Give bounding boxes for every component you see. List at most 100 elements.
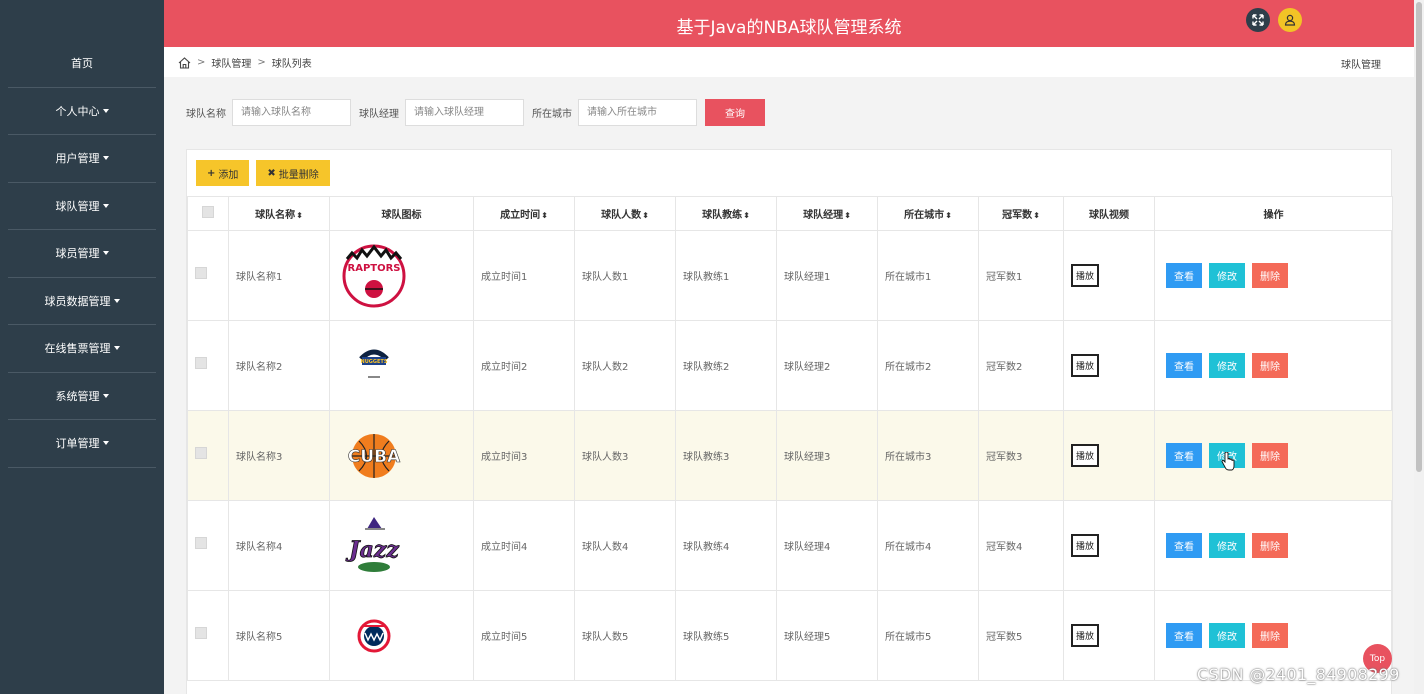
sort-icon: ⬍ bbox=[1033, 211, 1040, 220]
view-button[interactable]: 查看 bbox=[1166, 533, 1202, 558]
sidebar-item-team-management[interactable]: 球队管理 bbox=[8, 183, 156, 230]
sidebar-item-player-management[interactable]: 球员管理 bbox=[8, 230, 156, 278]
fullscreen-button[interactable] bbox=[1246, 8, 1270, 32]
sort-icon: ⬍ bbox=[743, 211, 750, 220]
titles-cell: 冠军数4 bbox=[978, 500, 1064, 591]
row-checkbox[interactable] bbox=[195, 627, 207, 639]
action-toolbar: + 添加 ✖ 批量删除 bbox=[196, 160, 337, 186]
scrollbar-thumb[interactable] bbox=[1416, 2, 1422, 472]
row-checkbox[interactable] bbox=[195, 357, 207, 369]
sidebar-item-system-management[interactable]: 系统管理 bbox=[8, 373, 156, 420]
table-row: 球队名称3 CUBA 成立时间3 球队人数3 球队教练3 球队经理3 所在城市3 冠军数3 播放… bbox=[187, 410, 1393, 501]
breadcrumb: > 球队管理 > 球队列表 bbox=[178, 55, 312, 70]
add-button-label: 添加 bbox=[218, 169, 239, 181]
user-button[interactable] bbox=[1278, 8, 1302, 32]
column-header-manager[interactable]: 球队经理⬍ bbox=[776, 196, 878, 231]
caret-down-icon bbox=[102, 251, 109, 256]
team-name-cell: 球队名称5 bbox=[228, 590, 330, 681]
sidebar-item-order-management[interactable]: 订单管理 bbox=[8, 420, 156, 468]
team-logo-cell: RAPTORS bbox=[329, 230, 474, 321]
add-button[interactable]: + 添加 bbox=[196, 160, 250, 186]
header-label: 球队图标 bbox=[381, 210, 422, 221]
city-cell: 所在城市4 bbox=[877, 500, 979, 591]
caret-down-icon bbox=[113, 346, 120, 351]
breadcrumb-separator: > bbox=[257, 57, 266, 68]
header-label: 冠军数 bbox=[1002, 210, 1033, 221]
table-row: 球队名称1 RAPTORS 成立时间1 球队人数1 球队教练1 球队经理1 所在城市1 冠军数… bbox=[187, 230, 1393, 321]
team-name-input[interactable] bbox=[232, 99, 351, 126]
row-checkbox[interactable] bbox=[195, 537, 207, 549]
row-checkbox-cell bbox=[187, 410, 229, 501]
svg-text:NUGGETS: NUGGETS bbox=[361, 359, 388, 365]
edit-button[interactable]: 修改 bbox=[1209, 263, 1245, 288]
sidebar-item-user-management[interactable]: 用户管理 bbox=[8, 135, 156, 183]
table-row: 球队名称2 NUGGETS 成立时间2 球队人数2 球队教练2 球队经理2 所在城市2 冠军数… bbox=[187, 320, 1393, 411]
sidebar-item-personal-center[interactable]: 个人中心 bbox=[8, 88, 156, 135]
delete-button[interactable]: 删除 bbox=[1252, 623, 1288, 648]
delete-button[interactable]: 删除 bbox=[1252, 263, 1288, 288]
query-button[interactable]: 查询 bbox=[705, 99, 765, 126]
coach-cell: 球队教练3 bbox=[675, 410, 777, 501]
column-header-ops: 操作 bbox=[1154, 196, 1393, 231]
video-cell: 播放 bbox=[1063, 320, 1155, 411]
sidebar-item-home[interactable]: 首页 bbox=[8, 40, 156, 88]
home-icon[interactable] bbox=[178, 56, 191, 69]
row-actions: 查看修改删除 bbox=[1162, 263, 1392, 288]
play-button[interactable]: 播放 bbox=[1071, 264, 1100, 287]
column-header-players[interactable]: 球队人数⬍ bbox=[574, 196, 676, 231]
view-button[interactable]: 查看 bbox=[1166, 623, 1202, 648]
play-button[interactable]: 播放 bbox=[1071, 444, 1100, 467]
column-header-city[interactable]: 所在城市⬍ bbox=[877, 196, 979, 231]
column-header-titles[interactable]: 冠军数⬍ bbox=[978, 196, 1064, 231]
view-button[interactable]: 查看 bbox=[1166, 443, 1202, 468]
header-label: 球队教练 bbox=[702, 210, 743, 221]
sidebar-item-label: 首页 bbox=[71, 57, 93, 71]
column-header-founded[interactable]: 成立时间⬍ bbox=[473, 196, 575, 231]
manager-cell: 球队经理1 bbox=[776, 230, 878, 321]
founded-cell: 成立时间5 bbox=[473, 590, 575, 681]
delete-button[interactable]: 删除 bbox=[1252, 353, 1288, 378]
team-logo-cell: Jazz bbox=[329, 500, 474, 591]
view-button[interactable]: 查看 bbox=[1166, 263, 1202, 288]
founded-cell: 成立时间4 bbox=[473, 500, 575, 591]
delete-button[interactable]: 删除 bbox=[1252, 443, 1288, 468]
sidebar-item-label: 球员管理 bbox=[55, 247, 100, 261]
batch-delete-button[interactable]: ✖ 批量删除 bbox=[256, 160, 330, 186]
sidebar-item-label: 个人中心 bbox=[55, 104, 100, 118]
app-title: 基于Java的NBA球队管理系统 bbox=[676, 18, 902, 38]
video-cell: 播放 bbox=[1063, 230, 1155, 321]
delete-button[interactable]: 删除 bbox=[1252, 533, 1288, 558]
edit-button[interactable]: 修改 bbox=[1209, 533, 1245, 558]
edit-button[interactable]: 修改 bbox=[1209, 353, 1245, 378]
select-all-checkbox[interactable] bbox=[202, 206, 214, 218]
city-input[interactable] bbox=[578, 99, 697, 126]
founded-cell: 成立时间3 bbox=[473, 410, 575, 501]
players-cell: 球队人数1 bbox=[574, 230, 676, 321]
breadcrumb-item-team-management[interactable]: 球队管理 bbox=[211, 55, 251, 70]
top-header: 基于Java的NBA球队管理系统 bbox=[164, 0, 1414, 47]
row-checkbox[interactable] bbox=[195, 447, 207, 459]
page-scrollbar[interactable] bbox=[1414, 0, 1424, 694]
sidebar-item-label: 订单管理 bbox=[55, 437, 100, 451]
column-header-name[interactable]: 球队名称⬍ bbox=[228, 196, 330, 231]
select-all-header bbox=[187, 196, 229, 231]
breadcrumb-current-label: 球队管理 bbox=[1341, 60, 1381, 71]
coach-cell: 球队教练5 bbox=[675, 590, 777, 681]
team-logo-cell bbox=[329, 590, 474, 681]
sidebar-item-ticket-management[interactable]: 在线售票管理 bbox=[8, 325, 156, 373]
sidebar-item-player-data-management[interactable]: 球员数据管理 bbox=[8, 278, 156, 325]
edit-button[interactable]: 修改 bbox=[1209, 623, 1245, 648]
play-button[interactable]: 播放 bbox=[1071, 624, 1100, 647]
sort-icon: ⬍ bbox=[844, 211, 851, 220]
operations-cell: 查看修改删除 bbox=[1154, 230, 1393, 321]
play-button[interactable]: 播放 bbox=[1071, 534, 1100, 557]
plus-icon: + bbox=[207, 167, 216, 179]
team-manager-input[interactable] bbox=[405, 99, 524, 126]
play-button[interactable]: 播放 bbox=[1071, 354, 1100, 377]
view-button[interactable]: 查看 bbox=[1166, 353, 1202, 378]
column-header-coach[interactable]: 球队教练⬍ bbox=[675, 196, 777, 231]
titles-cell: 冠军数1 bbox=[978, 230, 1064, 321]
coach-cell: 球队教练1 bbox=[675, 230, 777, 321]
caret-down-icon bbox=[102, 203, 109, 208]
row-checkbox[interactable] bbox=[195, 267, 207, 279]
